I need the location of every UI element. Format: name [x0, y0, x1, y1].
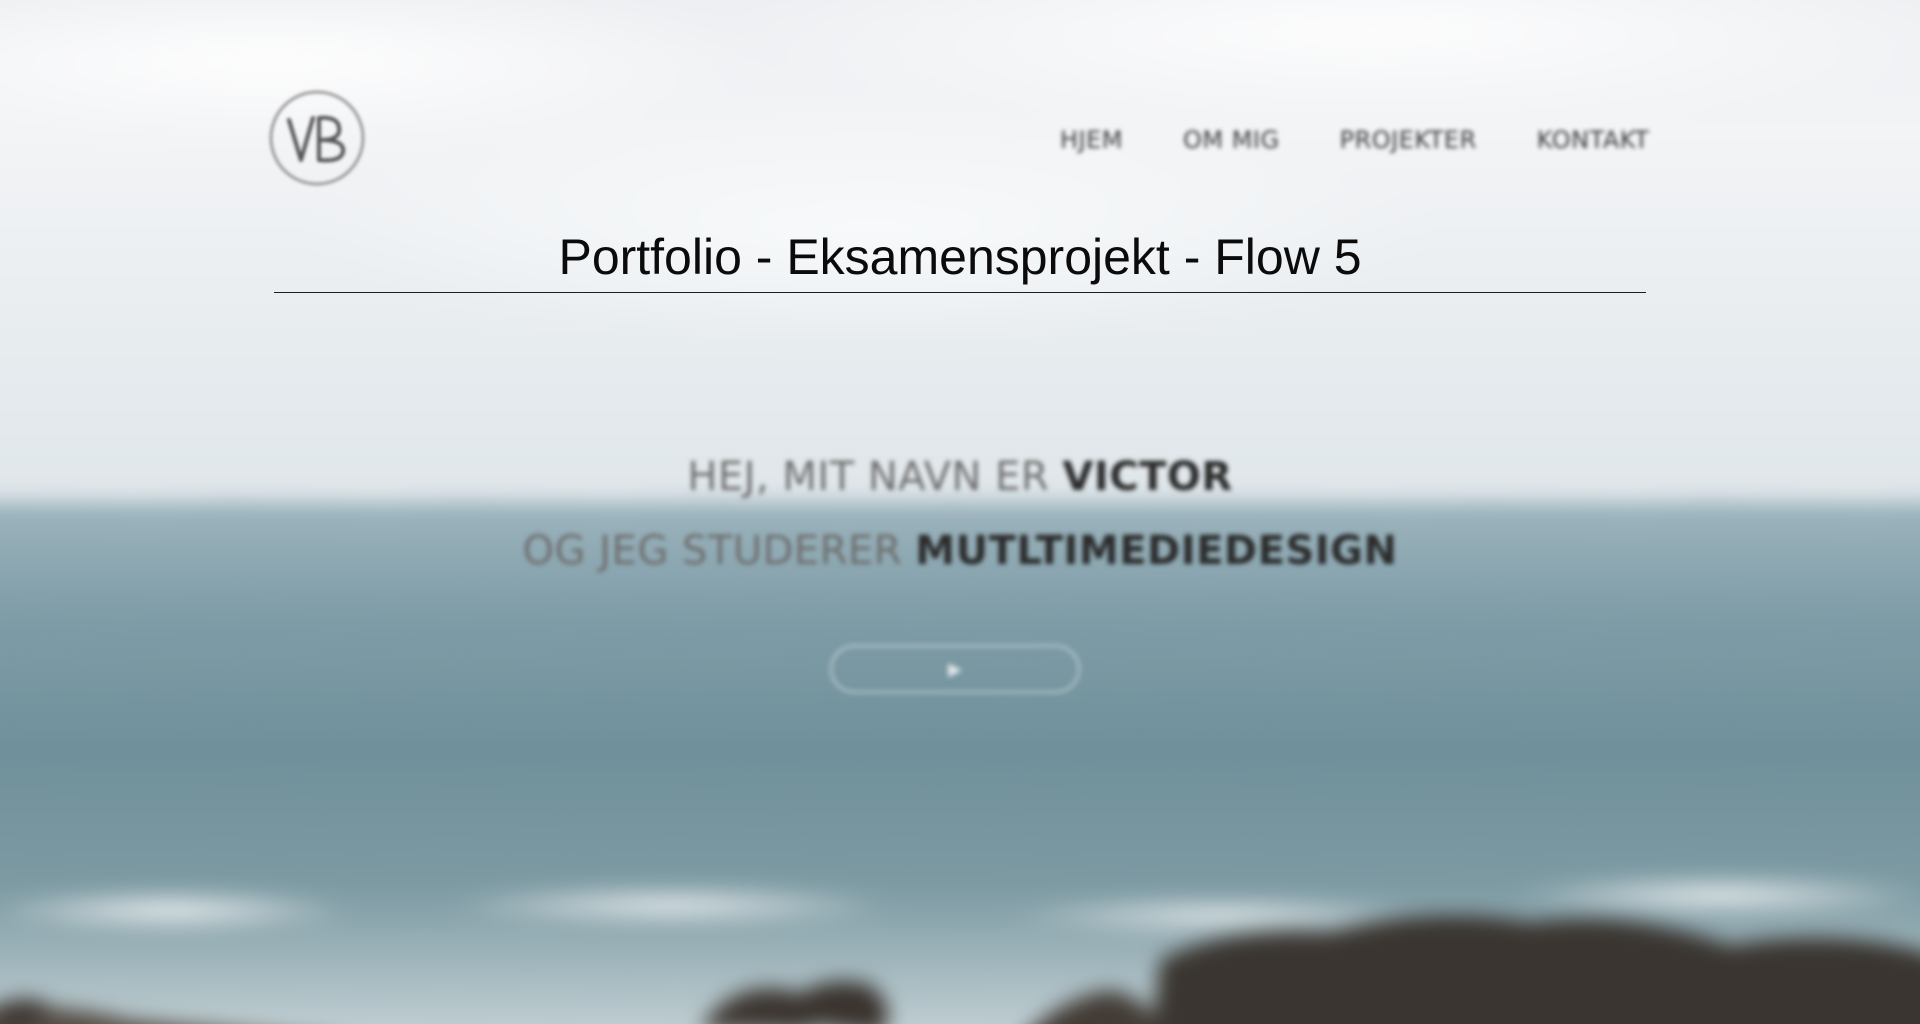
site-header: HJEM OM MIG PROJEKTER KONTAKT [0, 0, 1920, 200]
hero-text: HEJ, MIT NAVN ER VICTOR OG JEG STUDERER … [0, 440, 1920, 588]
hero-line-1: HEJ, MIT NAVN ER VICTOR [0, 440, 1920, 514]
cta-button[interactable]: ▶ [830, 645, 1080, 693]
hero-line-2: OG JEG STUDERER MUTLTIMEDIEDESIGN [0, 514, 1920, 588]
nav-item-om-mig[interactable]: OM MIG [1183, 126, 1280, 154]
page-title: Portfolio - Eksamensprojekt - Flow 5 [558, 229, 1362, 285]
hero-line-1-prefix: HEJ, MIT NAVN ER [687, 454, 1050, 500]
main-nav: HJEM OM MIG PROJEKTER KONTAKT [1060, 126, 1649, 154]
nav-item-kontakt[interactable]: KONTAKT [1537, 126, 1650, 154]
play-icon: ▶ [948, 658, 962, 680]
hero-line-1-highlight: VICTOR [1062, 454, 1233, 500]
nav-item-projekter[interactable]: PROJEKTER [1340, 126, 1477, 154]
hero-line-2-prefix: OG JEG STUDERER [522, 528, 903, 574]
nav-item-hjem[interactable]: HJEM [1060, 126, 1123, 154]
title-divider [274, 292, 1646, 293]
hero-line-2-highlight: MUTLTIMEDIEDESIGN [915, 528, 1398, 574]
logo[interactable] [267, 88, 367, 188]
page: HJEM OM MIG PROJEKTER KONTAKT Portfolio … [0, 0, 1920, 1024]
